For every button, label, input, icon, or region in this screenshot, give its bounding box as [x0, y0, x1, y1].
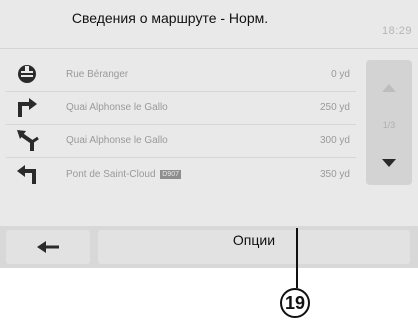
row-divider — [6, 91, 356, 92]
route-step-street-name: Pont de Saint-Cloud — [66, 168, 156, 180]
list-scrollbar: 1/3 — [366, 60, 412, 185]
route-step-row[interactable]: Rue Béranger 0 yd — [6, 60, 356, 88]
callout-number-badge: 19 — [280, 288, 310, 318]
chevron-up-icon — [382, 84, 396, 92]
back-arrow-icon — [37, 241, 59, 253]
scroll-up-button[interactable] — [366, 60, 412, 116]
route-step-street: Quai Alphonse le Gallo — [66, 101, 168, 113]
route-step-row[interactable]: Pont de Saint-Cloud D907 350 yd — [6, 160, 356, 188]
route-step-distance: 250 yd — [319, 101, 350, 113]
bear-left-icon — [6, 126, 48, 154]
route-step-row[interactable]: Quai Alphonse le Gallo 300 yd — [6, 126, 356, 154]
turn-right-icon — [6, 93, 48, 121]
options-button-label: Опции — [232, 232, 276, 248]
header-divider — [0, 48, 418, 49]
route-step-distance: 350 yd — [319, 168, 350, 180]
route-step-street: Rue Béranger — [66, 68, 129, 80]
page-title: Сведения о маршруте - Норм. — [71, 10, 269, 26]
clock: 18:29 — [381, 25, 412, 37]
back-button[interactable] — [6, 230, 90, 264]
route-step-distance: 0 yd — [331, 68, 350, 80]
scroll-down-button[interactable] — [366, 140, 412, 185]
callout-leader-line — [296, 228, 298, 288]
row-divider — [6, 124, 356, 125]
bottom-bar: Опции — [0, 226, 418, 268]
route-step-street: Quai Alphonse le Gallo — [66, 134, 168, 146]
route-details-screen: Сведения о маршруте - Норм. 18:29 Rue Bé… — [0, 0, 418, 268]
row-divider — [6, 157, 356, 158]
destination-icon — [6, 60, 48, 88]
turn-left-icon — [6, 160, 48, 188]
route-step-distance: 300 yd — [319, 134, 350, 146]
route-step-row[interactable]: Quai Alphonse le Gallo 250 yd — [6, 93, 356, 121]
options-button[interactable]: Опции — [98, 230, 410, 264]
route-step-street: Pont de Saint-Cloud D907 — [48, 169, 290, 180]
page-indicator: 1/3 — [382, 120, 396, 130]
road-number-badge: D907 — [160, 169, 182, 179]
chevron-down-icon — [382, 158, 396, 167]
